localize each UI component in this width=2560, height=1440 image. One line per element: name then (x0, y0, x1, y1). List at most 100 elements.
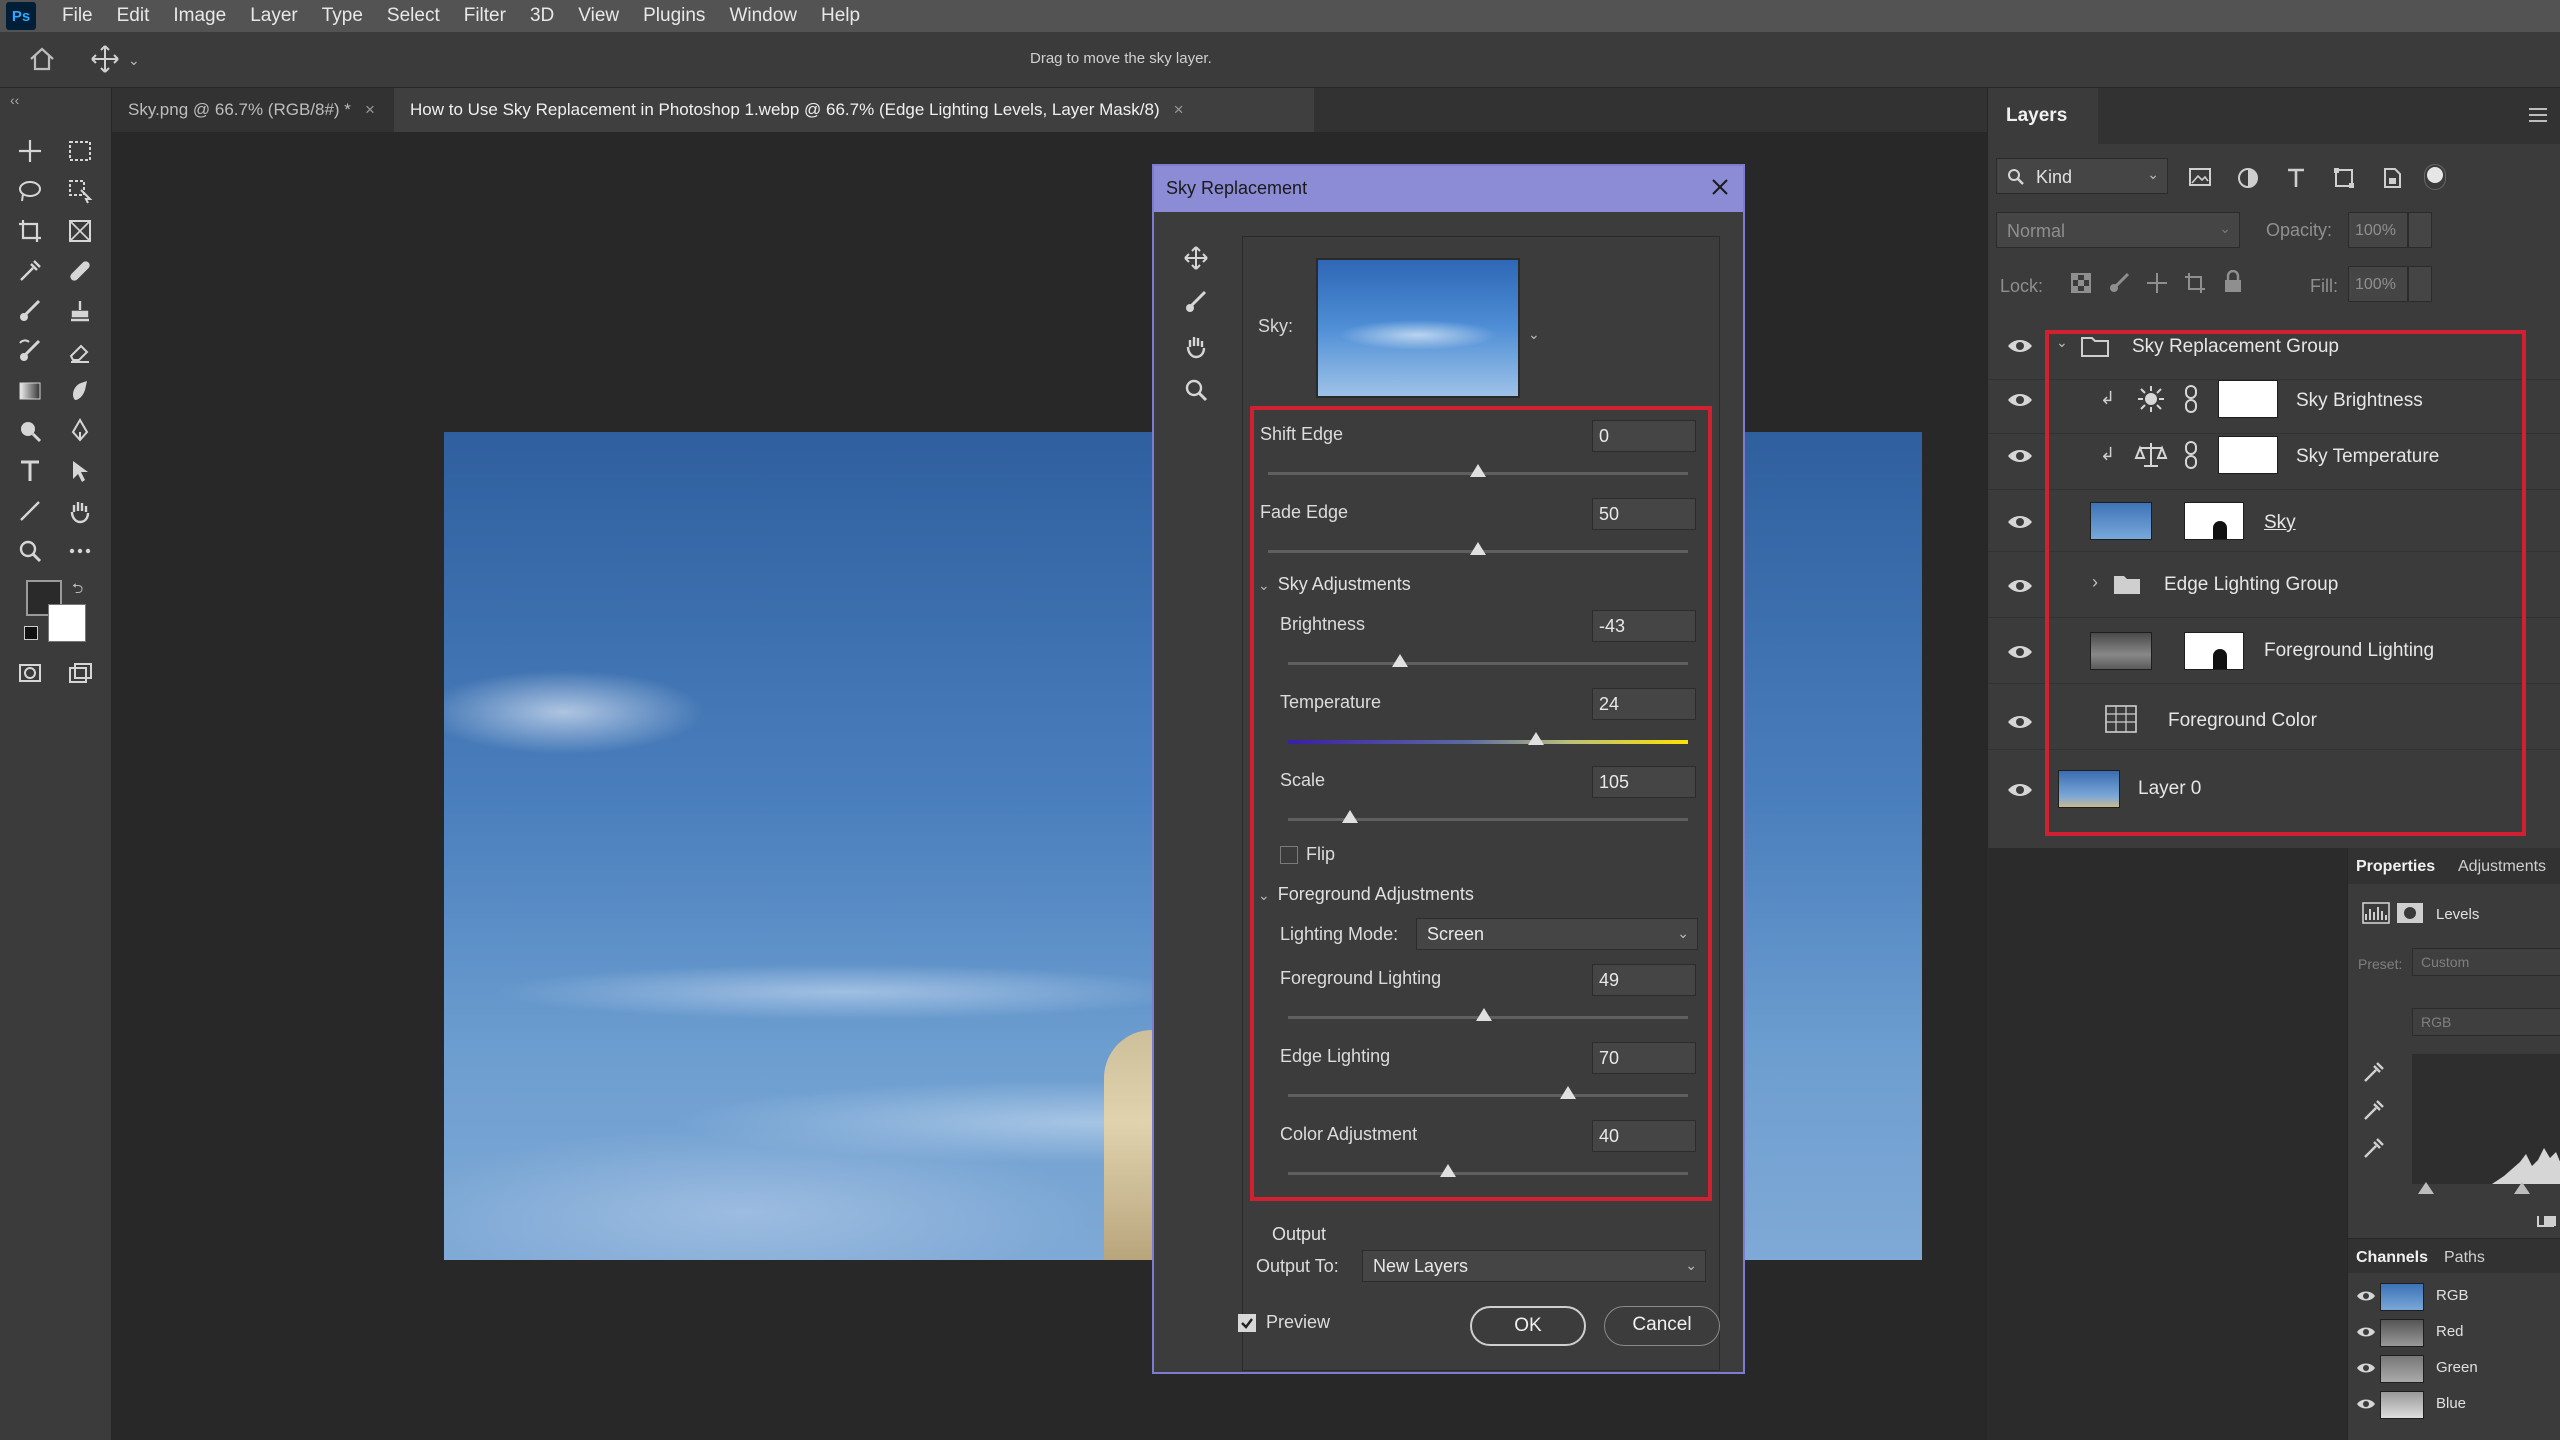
shift-edge-slider-thumb[interactable] (1470, 464, 1486, 477)
filter-adjustment-icon[interactable] (2236, 166, 2260, 190)
zoom-icon[interactable] (1176, 370, 1216, 410)
menu-layer[interactable]: Layer (238, 0, 310, 32)
fill-dropdown[interactable] (2408, 266, 2432, 302)
gradient-icon[interactable] (10, 372, 50, 410)
history-brush-icon[interactable] (10, 332, 50, 370)
foreground-lighting-field[interactable]: 49 (1592, 964, 1696, 996)
move-icon[interactable] (1176, 238, 1216, 278)
black-input-slider-thumb[interactable] (2418, 1182, 2434, 1194)
fade-edge-field[interactable]: 50 (1592, 498, 1696, 530)
lock-all-icon[interactable] (2222, 270, 2244, 294)
eye-icon[interactable] (2006, 446, 2034, 466)
menu-3d[interactable]: 3D (518, 0, 566, 32)
flip-checkbox[interactable] (1280, 846, 1298, 864)
type-icon[interactable] (10, 452, 50, 490)
eye-icon[interactable] (2006, 712, 2034, 732)
black-point-eyedropper-icon[interactable] (2362, 1060, 2386, 1084)
color-adjustment-track[interactable] (1288, 1172, 1688, 1175)
foreground-adjustments-header[interactable]: ⌄ Foreground Adjustments (1258, 884, 1474, 905)
tab-channels[interactable]: Channels (2356, 1249, 2428, 1267)
sky-brush-icon[interactable] (1176, 282, 1216, 322)
ok-button[interactable]: OK (1470, 1306, 1586, 1346)
opacity-dropdown[interactable] (2408, 212, 2432, 248)
menu-type[interactable]: Type (310, 0, 375, 32)
document-tab-active[interactable]: How to Use Sky Replacement in Photoshop … (394, 88, 1314, 132)
move-icon[interactable] (10, 132, 50, 170)
pen-icon[interactable] (60, 412, 100, 450)
menu-select[interactable]: Select (375, 0, 452, 32)
marquee-icon[interactable] (60, 132, 100, 170)
hand-icon[interactable] (1176, 326, 1216, 366)
eye-icon[interactable] (2356, 1397, 2376, 1411)
eye-icon[interactable] (2356, 1289, 2376, 1303)
edge-lighting-track[interactable] (1288, 1094, 1688, 1097)
temperature-slider-thumb[interactable] (1528, 732, 1544, 745)
more-tools-icon[interactable] (60, 532, 100, 570)
temperature-track[interactable] (1288, 740, 1688, 744)
menu-plugins[interactable]: Plugins (631, 0, 717, 32)
line-icon[interactable] (10, 492, 50, 530)
path-selection-icon[interactable] (60, 452, 100, 490)
healing-brush-icon[interactable] (60, 252, 100, 290)
tab-layers[interactable]: Layers (1988, 88, 2098, 144)
sky-adjustments-header[interactable]: ⌄ Sky Adjustments (1258, 574, 1411, 595)
fill-field[interactable]: 100% (2348, 266, 2408, 302)
lasso-icon[interactable] (10, 172, 50, 210)
tab-adjustments[interactable]: Adjustments (2458, 858, 2546, 876)
photoshop-logo[interactable]: Ps (6, 2, 36, 30)
screen-mode-icon[interactable] (60, 654, 100, 692)
menu-view[interactable]: View (566, 0, 631, 32)
menu-filter[interactable]: Filter (452, 0, 518, 32)
brightness-track[interactable] (1288, 662, 1688, 665)
opacity-field[interactable]: 100% (2348, 212, 2408, 248)
brush-icon[interactable] (10, 292, 50, 330)
swap-colors-icon[interactable]: ⮌ (72, 578, 83, 602)
color-adjustment-field[interactable]: 40 (1592, 1120, 1696, 1152)
sky-preset-thumbnail[interactable] (1316, 258, 1520, 398)
brightness-slider-thumb[interactable] (1392, 654, 1408, 667)
eye-icon[interactable] (2006, 576, 2034, 596)
close-tab-icon[interactable]: × (1174, 100, 1184, 119)
fade-edge-slider-thumb[interactable] (1470, 542, 1486, 555)
edge-lighting-field[interactable]: 70 (1592, 1042, 1696, 1074)
lock-pixels-icon[interactable] (2108, 272, 2130, 294)
tool-preset-chevron-icon[interactable]: ⌄ (128, 52, 140, 69)
lock-position-icon[interactable] (2146, 272, 2168, 294)
white-input-slider-thumb[interactable] (2514, 1182, 2530, 1194)
layer-filter-kind-select[interactable]: Kind ⌄ (1996, 158, 2168, 194)
cancel-button[interactable]: Cancel (1604, 1306, 1720, 1346)
scale-field[interactable]: 105 (1592, 766, 1696, 798)
brightness-field[interactable]: -43 (1592, 610, 1696, 642)
filter-pixel-icon[interactable] (2188, 166, 2212, 188)
filter-smart-object-icon[interactable] (2380, 166, 2404, 190)
filter-type-icon[interactable] (2284, 166, 2308, 190)
preset-select[interactable]: Custom (2412, 948, 2560, 976)
channel-row-rgb[interactable]: RGB (2348, 1279, 2560, 1315)
shift-edge-field[interactable]: 0 (1592, 420, 1696, 452)
lighting-mode-select[interactable]: Screen ⌄ (1416, 918, 1698, 950)
foreground-lighting-slider-thumb[interactable] (1476, 1008, 1492, 1021)
object-selection-icon[interactable] (60, 172, 100, 210)
document-tab-sky[interactable]: Sky.png @ 66.7% (RGB/8#) * × (112, 88, 394, 132)
eye-icon[interactable] (2006, 642, 2034, 662)
smudge-icon[interactable] (60, 372, 100, 410)
collapse-toolbar-icon[interactable]: ‹‹ (10, 92, 19, 108)
channel-row-red[interactable]: Red (2348, 1315, 2560, 1351)
filter-toggle-icon[interactable] (2424, 164, 2446, 190)
default-colors-icon[interactable] (24, 626, 38, 640)
dodge-icon[interactable] (10, 412, 50, 450)
sky-dropdown-chevron-icon[interactable]: ⌄ (1528, 326, 1540, 343)
menu-file[interactable]: File (50, 0, 105, 32)
temperature-field[interactable]: 24 (1592, 688, 1696, 720)
eyedropper-icon[interactable] (10, 252, 50, 290)
clone-stamp-icon[interactable] (60, 292, 100, 330)
menu-window[interactable]: Window (717, 0, 809, 32)
eye-icon[interactable] (2006, 390, 2034, 410)
eye-icon[interactable] (2006, 780, 2034, 800)
quick-mask-icon[interactable] (10, 654, 50, 692)
hand-icon[interactable] (60, 492, 100, 530)
lock-transparent-icon[interactable] (2070, 272, 2092, 294)
tab-properties[interactable]: Properties (2356, 858, 2435, 876)
white-point-eyedropper-icon[interactable] (2362, 1136, 2386, 1160)
close-tab-icon[interactable]: × (365, 100, 375, 119)
